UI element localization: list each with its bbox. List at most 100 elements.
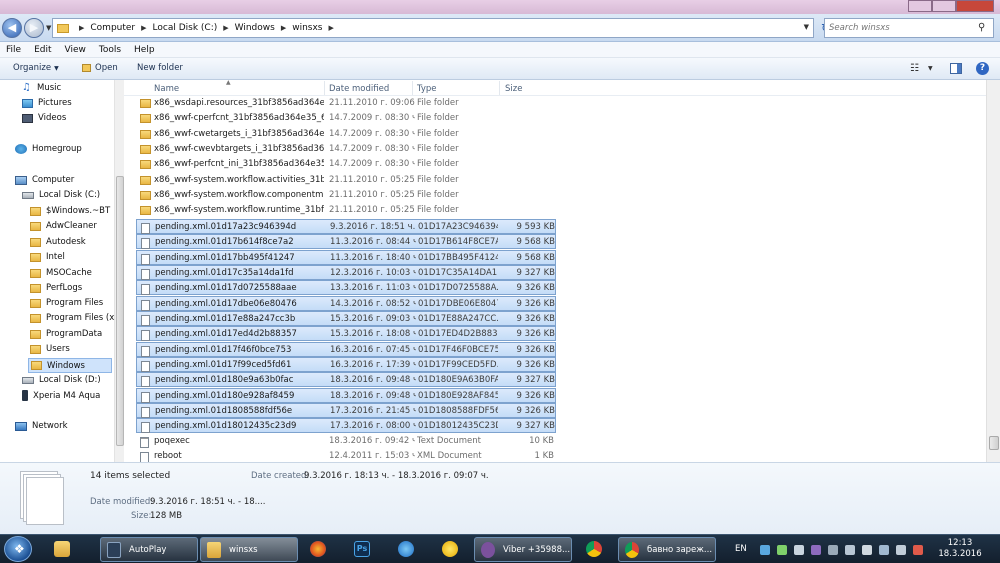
folder-row[interactable]: x86_wwf-cwetargets_i_31bf3856ad364e35...… <box>136 127 556 142</box>
tray-flag-icon[interactable] <box>913 545 923 555</box>
search-box[interactable]: ⚲ <box>824 18 994 38</box>
taskbar-firefox[interactable] <box>298 537 338 562</box>
tray-volume-icon[interactable] <box>828 545 838 555</box>
taskbar-autoplay[interactable]: AutoPlay <box>100 537 198 562</box>
close-button[interactable] <box>956 0 994 12</box>
forward-button[interactable]: ▶ <box>24 18 44 38</box>
nav-folder-program-files-x86[interactable]: Program Files (x86) <box>30 313 114 323</box>
file-row[interactable]: pending.xml.01d17f46f0bce753 16.3.2016 г.… <box>136 341 556 357</box>
tray-icon-7[interactable] <box>862 545 872 555</box>
taskbar-chrome-window[interactable]: бавно зареж... <box>618 537 716 562</box>
file-row[interactable]: pending.xml.01d18012435c23d9 17.3.2016 г.… <box>136 418 556 434</box>
tray-icon-3[interactable] <box>794 545 804 555</box>
column-divider[interactable] <box>499 81 500 95</box>
nav-pictures[interactable]: Pictures <box>22 98 72 108</box>
search-input[interactable] <box>825 19 975 37</box>
search-icon[interactable]: ⚲ <box>978 22 990 34</box>
taskbar-viber[interactable]: Viber +35988... <box>474 537 572 562</box>
nav-folder-msocache[interactable]: MSOCache <box>30 268 92 278</box>
breadcrumb-windows[interactable]: Windows ▶ <box>235 23 293 33</box>
view-dropdown[interactable]: ▼ <box>928 65 933 72</box>
file-row[interactable]: pending.xml.01d17e88a247cc3b 15.3.2016 г.… <box>136 310 556 326</box>
column-divider[interactable] <box>324 81 325 95</box>
nav-local-disk-c[interactable]: Local Disk (C:) <box>22 190 100 200</box>
nav-computer[interactable]: Computer <box>15 175 74 185</box>
nav-folder-programdata[interactable]: ProgramData <box>30 329 102 339</box>
address-breadcrumb[interactable]: ▶ Computer ▶ Local Disk (C:) ▶ Windows ▶ wi… <box>52 18 814 38</box>
menu-file[interactable]: File <box>6 45 21 55</box>
organize-button[interactable]: Organize ▼ <box>13 63 59 73</box>
file-row[interactable]: poqexec 18.3.2016 г. 09:42 ч. Text Documen… <box>136 434 556 449</box>
chevron-right-icon[interactable]: ▶ <box>329 24 334 32</box>
file-row[interactable]: pending.xml.01d17d0725588aae 13.3.2016 г.… <box>136 280 556 296</box>
folder-row[interactable]: x86_wwf-cperfcnt_31bf3856ad364e35_6.1...… <box>136 111 556 126</box>
breadcrumb-local-disk-c[interactable]: Local Disk (C:) ▶ <box>153 23 235 33</box>
column-divider[interactable] <box>412 81 413 95</box>
tray-network-icon[interactable] <box>879 545 889 555</box>
file-row[interactable]: pending.xml.01d17b614f8ce7a2 11.3.2016 г.… <box>136 234 556 250</box>
recent-pages-dropdown[interactable]: ▼ <box>46 24 51 32</box>
nav-music[interactable]: ♫ Music <box>22 83 61 94</box>
tray-icon-1[interactable] <box>760 545 770 555</box>
menu-help[interactable]: Help <box>134 45 155 55</box>
nav-folder-autodesk[interactable]: Autodesk <box>30 237 86 247</box>
taskbar-ie[interactable] <box>386 537 426 562</box>
folder-row[interactable]: x86_wwf-cwevbtargets_i_31bf3856ad364e...… <box>136 142 556 157</box>
breadcrumb-winsxs[interactable]: winsxs ▶ <box>292 23 340 33</box>
taskbar-chrome[interactable] <box>574 537 614 562</box>
nav-network[interactable]: Network <box>15 421 68 431</box>
chevron-right-icon[interactable]: ▶ <box>141 24 146 32</box>
taskbar-winsxs[interactable]: winsxs <box>200 537 298 562</box>
tray-icon-9[interactable] <box>896 545 906 555</box>
breadcrumb-computer[interactable]: Computer ▶ <box>90 23 152 33</box>
address-dropdown[interactable]: ▼ <box>804 23 809 31</box>
view-options-icon[interactable]: ☷ <box>910 63 919 74</box>
menu-edit[interactable]: Edit <box>34 45 51 55</box>
column-name[interactable]: Name <box>154 84 179 94</box>
folder-row[interactable]: x86_wwf-system.workflow.runtime_31bf3...… <box>136 203 556 218</box>
maximize-button[interactable] <box>932 0 956 12</box>
nav-folder-adwcleaner[interactable]: AdwCleaner <box>30 221 97 231</box>
open-button[interactable]: Open <box>82 63 118 73</box>
nav-scrollbar-thumb[interactable] <box>116 176 124 446</box>
nav-folder-program-files[interactable]: Program Files <box>30 298 103 308</box>
chevron-right-icon[interactable]: ▶ <box>223 24 228 32</box>
file-row[interactable]: reboot 12.4.2011 г. 15:03 ч. XML Document 1… <box>136 449 556 462</box>
file-row[interactable]: pending.xml.01d1808588fdf56e 17.3.2016 г.… <box>136 403 556 418</box>
nav-folder-perflogs[interactable]: PerfLogs <box>30 283 82 293</box>
taskbar-photoshop[interactable]: Ps <box>342 537 382 562</box>
nav-folder-windows[interactable]: Windows <box>28 358 112 373</box>
nav-videos[interactable]: Videos <box>22 113 66 123</box>
tray-icon-2[interactable] <box>777 545 787 555</box>
taskbar-app-smiley[interactable] <box>430 537 470 562</box>
file-row[interactable]: pending.xml.01d180e928af8459 18.3.2016 г.… <box>136 387 556 403</box>
taskbar-clock[interactable]: 12:13 18.3.2016 <box>930 538 990 560</box>
file-row[interactable]: pending.xml.01d17ed4d2b88357 15.3.2016 г.… <box>136 326 556 342</box>
minimize-button[interactable] <box>908 0 932 12</box>
nav-folder-windows-bt[interactable]: $Windows.~BT <box>30 206 110 216</box>
preview-pane-icon[interactable] <box>950 63 962 74</box>
file-row[interactable]: pending.xml.01d17c35a14da1fd 12.3.2016 г.… <box>136 264 556 280</box>
column-date-modified[interactable]: Date modified <box>329 84 389 94</box>
file-list-scrollbar[interactable] <box>986 80 1000 462</box>
taskbar-explorer[interactable] <box>42 537 82 562</box>
file-row[interactable]: pending.xml.01d17bb495f41247 11.3.2016 г.… <box>136 249 556 265</box>
folder-row[interactable]: x86_wsdapi.resources_31bf3856ad364e35...… <box>136 96 556 111</box>
folder-row[interactable]: x86_wwf-perfcnt_ini_31bf3856ad364e35_6..… <box>136 157 556 172</box>
nav-homegroup[interactable]: Homegroup <box>15 144 82 154</box>
nav-folder-users[interactable]: Users <box>30 344 70 354</box>
file-row[interactable]: pending.xml.01d180e9a63b0fac 18.3.2016 г.… <box>136 372 556 388</box>
breadcrumb-sep[interactable]: ▶ <box>73 24 90 32</box>
new-folder-button[interactable]: New folder <box>137 63 183 73</box>
tray-viber-icon[interactable] <box>811 545 821 555</box>
file-row[interactable]: pending.xml.01d17f99ced5fd61 16.3.2016 г.… <box>136 356 556 372</box>
window-title-bar[interactable] <box>0 0 1000 14</box>
column-type[interactable]: Type <box>417 84 437 94</box>
menu-view[interactable]: View <box>65 45 86 55</box>
menu-tools[interactable]: Tools <box>99 45 121 55</box>
column-size[interactable]: Size <box>505 84 522 94</box>
nav-folder-intel[interactable]: Intel <box>30 252 65 262</box>
back-button[interactable]: ◀ <box>2 18 22 38</box>
chevron-right-icon[interactable]: ▶ <box>281 24 286 32</box>
folder-row[interactable]: x86_wwf-system.workflow.activities_31bf.… <box>136 173 556 188</box>
